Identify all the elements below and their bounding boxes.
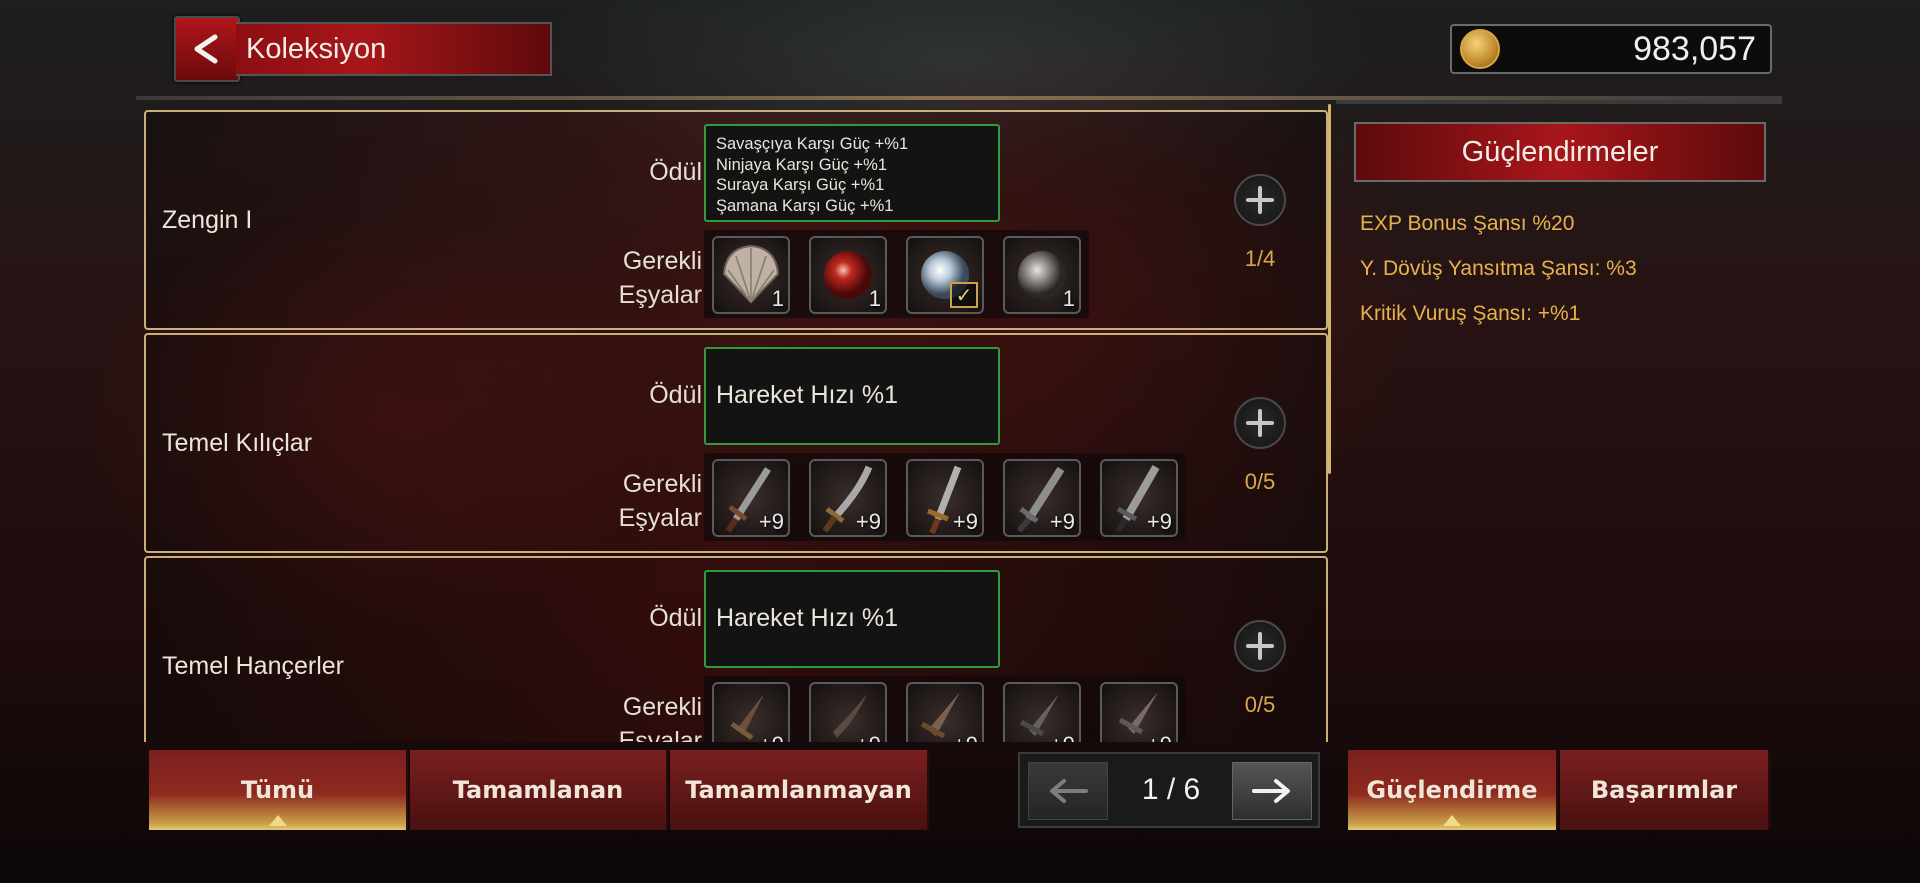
item-qty: +9 bbox=[759, 732, 784, 742]
required-items: +9 +9 +9 +9 +9 bbox=[704, 676, 1186, 742]
active-caret-icon bbox=[1443, 815, 1461, 826]
reward-label: Ödül bbox=[649, 604, 702, 632]
active-caret-icon bbox=[268, 815, 287, 826]
item-slot[interactable]: +9 bbox=[809, 459, 887, 537]
item-qty: +9 bbox=[1050, 732, 1075, 742]
tab-achievements[interactable]: Başarımlar bbox=[1560, 750, 1770, 830]
collection-progress: 0/5 bbox=[1244, 469, 1276, 494]
pager: 1 / 6 bbox=[1018, 752, 1320, 828]
collection-card: Temel Kılıçlar Ödül Hareket Hızı %1 Gere… bbox=[144, 333, 1328, 553]
reward-text: Hareket Hızı %1 bbox=[716, 381, 899, 409]
next-page-button[interactable] bbox=[1232, 762, 1312, 820]
arrow-left-icon bbox=[1050, 779, 1088, 803]
item-slot[interactable]: 1 bbox=[809, 236, 887, 314]
required-label-line2: Eşyalar bbox=[618, 504, 702, 532]
item-qty: +9 bbox=[758, 509, 784, 534]
tab-boost-label: Güçlendirme bbox=[1366, 776, 1538, 804]
reward-line: Savaşçıya Karşı Güç +%1 bbox=[716, 135, 909, 153]
item-slot[interactable]: 1 bbox=[712, 236, 790, 314]
collection-name: Zengin I bbox=[162, 206, 253, 234]
gold-amount: 983,057 bbox=[1633, 29, 1756, 68]
item-slot[interactable]: +9 bbox=[1003, 459, 1081, 537]
boost-entry: EXP Bonus Şansı %20 bbox=[1360, 212, 1575, 235]
collection-progress: 0/5 bbox=[1244, 692, 1276, 717]
plus-icon bbox=[1246, 632, 1274, 660]
item-slot[interactable]: +9 bbox=[1003, 682, 1081, 742]
boosts-title: Güçlendirmeler bbox=[1354, 122, 1766, 182]
tab-completed[interactable]: Tamamlanan bbox=[410, 750, 668, 830]
item-qty: +9 bbox=[1147, 732, 1172, 742]
tab-boost[interactable]: Güçlendirme bbox=[1348, 750, 1558, 830]
collection-name: Temel Hançerler bbox=[162, 652, 345, 680]
item-qty: +9 bbox=[1146, 509, 1172, 534]
item-qty: 1 bbox=[771, 286, 784, 311]
tab-achievements-label: Başarımlar bbox=[1590, 776, 1738, 804]
add-button[interactable] bbox=[1234, 620, 1286, 672]
boost-entry: Kritik Vuruş Şansı: +%1 bbox=[1360, 302, 1581, 325]
item-qty: +9 bbox=[953, 732, 978, 742]
item-slot[interactable]: 1 bbox=[1003, 236, 1081, 314]
required-items-label: Gerekli Eşyalar bbox=[619, 244, 702, 312]
collection-card: Temel Hançerler Ödül Hareket Hızı %1 Ger… bbox=[144, 556, 1328, 742]
collection-list[interactable]: Zengin I Ödül Savaşçıya Karşı Güç +%1 Ni… bbox=[142, 108, 1328, 742]
gold-counter: 983,057 bbox=[1450, 24, 1772, 74]
required-items-label: Gerekli Eşyalar bbox=[619, 690, 702, 742]
plus-icon bbox=[1246, 409, 1274, 437]
tab-incomplete-label: Tamamlanmayan bbox=[685, 776, 912, 804]
right-panel-divider bbox=[1336, 100, 1782, 104]
required-items: +9 +9 +9 +9 +9 bbox=[704, 453, 1186, 541]
item-slot[interactable]: +9 bbox=[1100, 682, 1178, 742]
reward-line: Şamana Karşı Güç +%1 bbox=[716, 196, 894, 215]
reward-label: Ödül bbox=[649, 381, 702, 409]
reward-line: Ninjaya Karşı Güç +%1 bbox=[716, 155, 888, 174]
item-slot[interactable]: +9 bbox=[712, 459, 790, 537]
page-title: Koleksiyon bbox=[236, 22, 552, 76]
required-label-line1: Gerekli bbox=[622, 693, 702, 721]
back-button[interactable] bbox=[174, 16, 240, 82]
gold-coin-icon bbox=[1460, 29, 1500, 69]
required-label-line1: Gerekli bbox=[622, 247, 702, 275]
item-qty: 1 bbox=[1062, 286, 1075, 311]
item-slot[interactable]: +9 bbox=[906, 682, 984, 742]
tab-incomplete[interactable]: Tamamlanmayan bbox=[670, 750, 929, 830]
list-scrollbar[interactable] bbox=[1328, 104, 1331, 474]
reward-text: Hareket Hızı %1 bbox=[716, 604, 899, 632]
reward-box: Hareket Hızı %1 bbox=[704, 347, 1000, 445]
reward-box: Savaşçıya Karşı Güç +%1 Ninjaya Karşı Gü… bbox=[704, 124, 1000, 222]
item-slot[interactable]: +9 bbox=[809, 682, 887, 742]
arrow-right-icon bbox=[1252, 779, 1290, 803]
collection-progress: 1/4 bbox=[1244, 246, 1276, 271]
tab-completed-label: Tamamlanan bbox=[452, 776, 624, 804]
item-slot[interactable]: +9 bbox=[1100, 459, 1178, 537]
reward-label: Ödül bbox=[649, 158, 702, 186]
add-button[interactable] bbox=[1234, 397, 1286, 449]
chevron-left-icon bbox=[194, 34, 218, 64]
reward-box: Hareket Hızı %1 bbox=[704, 570, 1000, 668]
collection-name: Temel Kılıçlar bbox=[162, 429, 313, 457]
item-qty: +9 bbox=[1049, 509, 1075, 534]
item-qty: +9 bbox=[855, 509, 881, 534]
add-button[interactable] bbox=[1234, 174, 1286, 226]
required-items: 1 1 ✓ 1 bbox=[704, 230, 1089, 318]
item-qty: +9 bbox=[952, 509, 978, 534]
prev-page-button[interactable] bbox=[1028, 762, 1108, 820]
item-slot[interactable]: +9 bbox=[712, 682, 790, 742]
required-items-label: Gerekli Eşyalar bbox=[619, 467, 702, 535]
tab-all[interactable]: Tümü bbox=[149, 750, 408, 830]
collection-card: Zengin I Ödül Savaşçıya Karşı Güç +%1 Ni… bbox=[144, 110, 1328, 330]
item-qty: +9 bbox=[856, 732, 881, 742]
required-label-line2: Eşyalar bbox=[618, 281, 702, 309]
plus-icon bbox=[1246, 186, 1274, 214]
item-slot[interactable]: +9 bbox=[906, 459, 984, 537]
reward-line: Suraya Karşı Güç +%1 bbox=[716, 176, 885, 194]
item-qty: 1 bbox=[868, 286, 881, 311]
checkbox-checked-icon: ✓ bbox=[950, 282, 978, 308]
required-label-line2: Eşyalar bbox=[618, 727, 702, 742]
page-indicator: 1 / 6 bbox=[1141, 773, 1201, 806]
boost-entry: Y. Dövüş Yansıtma Şansı: %3 bbox=[1360, 257, 1637, 280]
required-label-line1: Gerekli bbox=[622, 470, 702, 498]
tab-all-label: Tümü bbox=[240, 776, 315, 804]
item-slot[interactable]: ✓ bbox=[906, 236, 984, 314]
